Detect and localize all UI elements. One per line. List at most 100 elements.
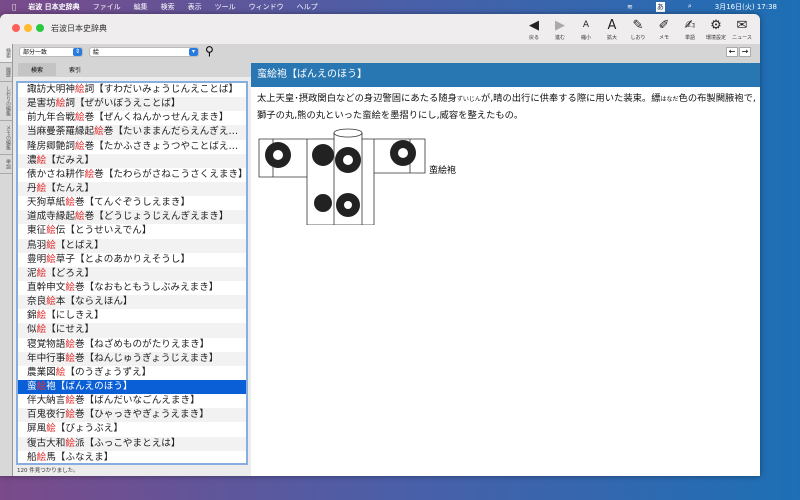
list-item[interactable]: 伴大納言絵巻【ばんだいなごんえまき】 [18,394,246,408]
item-post: 草子【とよのあかりえそうし】 [55,253,191,265]
toolbar-button-3[interactable]: A 拡大 [600,17,624,41]
item-pre: 俵かさね耕作 [27,168,85,180]
vtab-search[interactable]: 検索 [0,44,12,63]
item-hit: 絵 [65,352,75,364]
prev-entry-button[interactable]: ← [726,47,738,57]
item-pre: 濃 [27,154,37,166]
back-icon: ◀ [529,18,539,33]
toolbar-button-2[interactable]: A 縮小 [574,17,598,41]
vertical-tabs: 検索 履歴 しおりの編集 メモの編集 単語 [0,44,13,476]
match-mode-select[interactable]: 部分一致 ⇕ [19,47,83,57]
zoom-button[interactable] [36,24,44,32]
item-pre: 天狗草紙 [27,197,66,209]
toolbar-button-7[interactable]: ⚙ 環境設定 [704,17,728,41]
search-icon[interactable]: ⚲ [205,44,214,58]
item-post: 馬【ふなえま】 [46,451,114,463]
list-item[interactable]: 奈良絵本【ならえほん】 [18,295,246,310]
vtab-words[interactable]: 単語 [0,155,12,174]
ime-icon[interactable]: あ [655,1,665,12]
menu-view[interactable]: 表示 [188,2,202,12]
list-item[interactable]: 諏訪大明神絵詞【すわだいみょうじんえことば】 [18,83,246,97]
chevron-down-icon: ▾ [189,48,198,56]
list-item[interactable]: 隆房卿艶詞絵巻【たかふさきょうつやことばえ… [18,140,246,154]
list-item[interactable]: 俵かさね耕作絵巻【たわらがさねこうさくえまき】 [18,168,246,182]
list-item[interactable]: 年中行事絵巻【ねんじゅうぎょうじえまき】 [18,351,246,366]
item-pre: 農業図 [27,366,56,378]
toolbar-button-1[interactable]: ▶ 進む [548,17,572,41]
list-item[interactable]: 復古大和絵派【ふっこやまとえは】 [18,436,246,451]
item-hit: 絵 [46,296,56,308]
menu-window[interactable]: ウィンドウ [249,2,284,12]
list-item[interactable]: 蛮絵袍【ばんえのほう】 [18,379,246,395]
list-item[interactable]: 寝覚物語絵巻【ねざめものがたりえまき】 [18,338,246,352]
nav-arrows: ← → [726,47,751,57]
list-item[interactable]: 丹絵【たんえ】 [18,181,246,197]
toolbar-button-6[interactable]: ✍ 単語 [678,17,702,41]
menu-edit[interactable]: 編集 [134,2,148,12]
item-post: 本【ならえほん】 [55,296,133,308]
toolbar-button-5[interactable]: ✐ メモ [652,17,676,41]
item-pre: 諏訪大明神 [27,84,75,95]
list-item[interactable]: 当麻曼荼羅縁起絵巻【たいままんだらえんぎえ… [18,125,246,140]
list-item[interactable]: 東征絵伝【とうせいえでん】 [18,224,246,238]
entry-pane: 蛮絵袍【ばんえのほう】 太上天皇･摂政関白などの身辺警固にあたる随身ずいじんが,… [251,63,760,476]
apple-icon[interactable]:  [12,3,16,11]
tab-index[interactable]: 索引 [56,63,94,76]
list-item[interactable]: 百鬼夜行絵巻【ひゃっきやぎょうえまき】 [18,408,246,423]
list-item[interactable]: 前九年合戦絵巻【ぜんくねんかっせんえまき】 [18,111,246,125]
menu-app[interactable]: 岩波 日本史辞典 [28,2,79,12]
toolbar: ◀ 戻る ▶ 進む A 縮小 A 拡大 ✎ しおり ✐ メモ ✍ 単語 ⚙ 環境設定 ✉ ニュース [522,17,754,41]
toolbar-label: 環境設定 [705,35,726,41]
wifi-icon[interactable]: ≋ [627,3,633,11]
item-hit: 絵 [55,366,66,378]
toolbar-button-0[interactable]: ◀ 戻る [522,17,546,41]
entry-title: 蛮絵袍【ばんえのほう】 [251,63,760,87]
item-post: 巻【たかふさきょうつやことばえ… [84,140,239,152]
list-item[interactable]: 直幹申文絵巻【なおもともうしぶみえまき】 [18,281,246,295]
list-item[interactable]: 鳥羽絵【とばえ】 [18,238,246,253]
item-hit: 絵 [65,409,75,421]
toolbar-label: メモ [658,35,669,41]
spotlight-icon[interactable]: ⌕ [688,2,692,11]
list-item[interactable]: 天狗草紙絵巻【てんぐぞうしえまき】 [18,196,246,210]
toolbar-label: 戻る [528,35,539,41]
item-post: 【たんえ】 [46,182,95,194]
tab-search[interactable]: 検索 [18,63,56,76]
list-item[interactable]: 泥絵【どろえ】 [18,266,246,281]
list-item[interactable]: 是害坊絵詞【ぜがいぼうえことば】 [18,97,246,112]
item-post: 詞【ぜがいぼうえことば】 [65,98,181,110]
search-tabs: 検索 索引 [18,63,94,76]
list-item[interactable]: 農業図絵【のうぎょうずえ】 [18,366,246,380]
gear-icon: ⚙ [710,18,722,33]
list-item[interactable]: 屏風絵【びょうぶえ】 [18,422,246,436]
menu-search[interactable]: 検索 [161,2,175,12]
vtab-memos[interactable]: メモの編集 [0,121,12,155]
list-item[interactable]: 豊明絵草子【とよのあかりえそうし】 [18,253,246,267]
item-pre: 隆房卿艶詞 [27,140,75,152]
list-item[interactable]: 錦絵【にしきえ】 [18,309,246,323]
menu-tools[interactable]: ツール [215,2,236,12]
memo-icon: ✐ [658,18,670,33]
item-post: 【にせえ】 [46,324,95,336]
close-button[interactable] [12,24,20,32]
list-item[interactable]: 濃絵【だみえ】 [18,153,246,168]
item-hit: 絵 [46,423,56,435]
toolbar-button-8[interactable]: ✉ ニュース [730,17,754,41]
next-entry-button[interactable]: → [739,47,751,57]
item-hit: 絵 [65,395,75,407]
minimize-button[interactable] [24,24,32,32]
item-hit: 絵 [65,197,75,209]
list-item[interactable]: 似絵【にせえ】 [18,323,246,338]
item-pre: 奈良 [27,296,47,308]
list-item[interactable]: 道成寺縁起絵巻【どうじょうじえんぎえまき】 [18,210,246,225]
vtab-history[interactable]: 履歴 [0,63,12,82]
vtab-bookmarks[interactable]: しおりの編集 [0,82,12,121]
item-post: 【だみえ】 [46,154,95,166]
menu-file[interactable]: ファイル [93,2,121,12]
search-input[interactable]: 絵 ▾ [89,47,199,57]
clock[interactable]: 3月16日(火) 17:38 [715,2,777,12]
toolbar-button-4[interactable]: ✎ しおり [626,17,650,41]
menu-help[interactable]: ヘルプ [297,2,318,12]
toolbar-label: 拡大 [606,35,617,41]
list-item[interactable]: 船絵馬【ふなえま】 [18,451,246,463]
